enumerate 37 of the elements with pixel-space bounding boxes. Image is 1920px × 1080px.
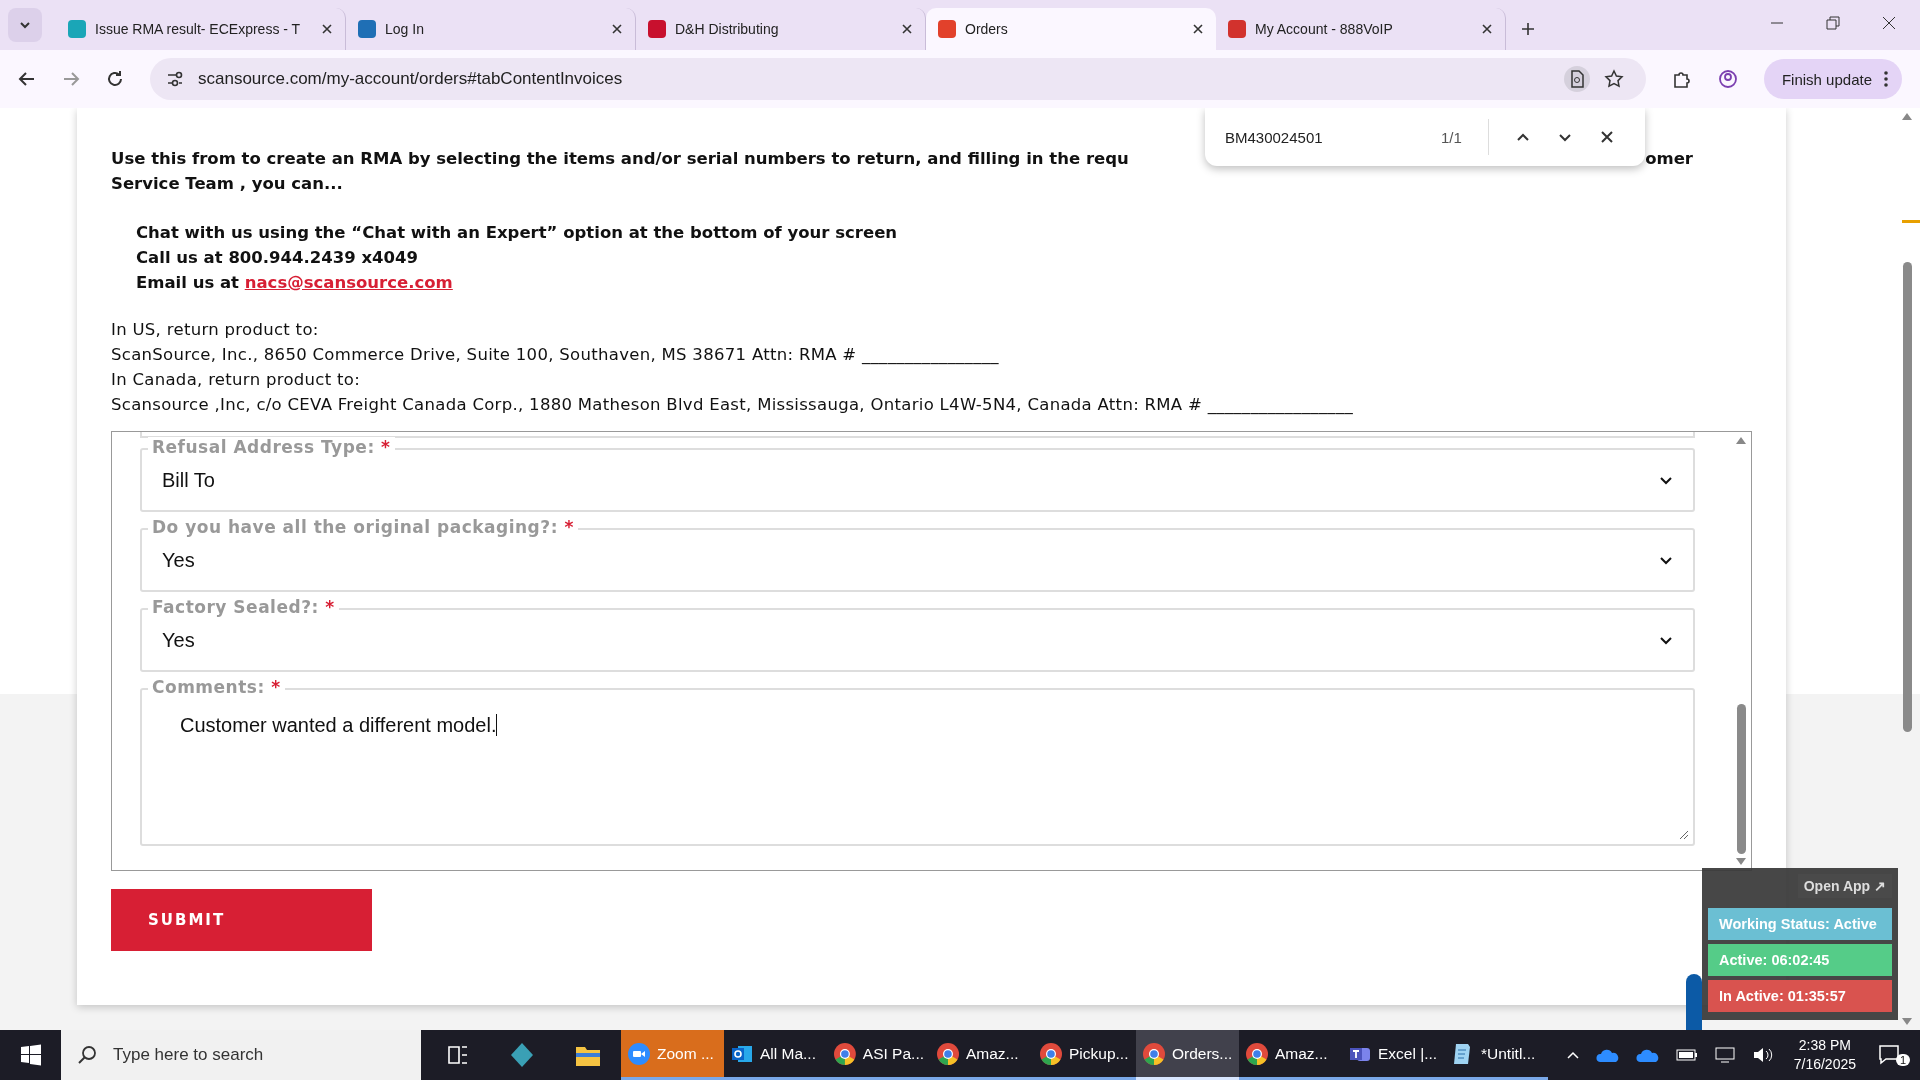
contact-text: Chat with us using the “Chat with an Expert” option at the bottom of your screen [136,223,898,242]
address-text: ScanSource, Inc., 8650 Commerce Drive, Suite 100, Southaven, MS 38671 Attn: RMA # ________________ [111,344,1000,367]
tab-title: Log In [385,21,425,37]
open-app-button[interactable]: Open App ↗ [1797,874,1892,898]
taskbar-app[interactable]: All Ma... [724,1030,827,1080]
taskbar-app[interactable]: Orders... [1136,1030,1239,1080]
instructions-text: omer [1645,148,1693,170]
tab-title: D&H Distributing [675,21,780,37]
status-row: Working Status: Active [1708,908,1892,940]
match-count: 1/1 [1441,128,1462,146]
instructions-text: Use this from to create an RMA by selecting the items and/or serial numbers to return, and filling in the requ [111,148,1129,170]
address-text: Scansource ,Inc, c/o CEVA Freight Canada Corp., 1880 Matheson Blvd East, Mississauga, Ontario L4W-5N4, Canada Attn: RMA # _________________ [111,394,1354,417]
taskbar-app[interactable]: Amaz... [1239,1030,1342,1080]
contact-text: Email us at [136,273,240,292]
taskbar-app[interactable]: *Untitl... [1445,1030,1548,1080]
address-text: In Canada, return product to: [111,369,362,391]
taskbar-app[interactable]: Excel |... [1342,1030,1445,1080]
tab-title: Orders [965,21,1009,37]
taskbar-app[interactable]: ASI Pa... [827,1030,930,1080]
find-input[interactable]: BM430024501 [1225,128,1415,146]
url-text: scansource.com/my-account/orders#tabContentInvoices [198,69,623,89]
clock[interactable]: 2:38 PM 7/16/2025 [1793,1036,1856,1074]
tab-title: Issue RMA result- ECExpress - T [95,21,302,37]
taskbar-search-field[interactable]: Type here to search [61,1030,421,1080]
status-row: Active: 06:02:45 [1708,944,1892,976]
notification-count: 1 [1895,1054,1911,1066]
email-link[interactable]: nacs@scansource.com [244,273,453,292]
instructions-text: Service Team , you can... [111,173,344,195]
address-text: In US, return product to: [111,319,320,341]
contact-text: Call us at 800.944.2439 x4049 [136,248,419,267]
taskbar-app[interactable]: Amaz... [930,1030,1033,1080]
browser-tab[interactable]: Orders [926,8,1216,50]
finish-update-button[interactable]: Finish update [1763,59,1902,99]
address-bar[interactable]: scansource.com/my-account/orders#tabContentInvoices [150,58,1646,100]
tab-title: My Account - 888VoIP [1255,21,1394,37]
submit-button[interactable]: SUBMIT [111,889,372,951]
status-row: In Active: 01:35:57 [1708,980,1892,1012]
